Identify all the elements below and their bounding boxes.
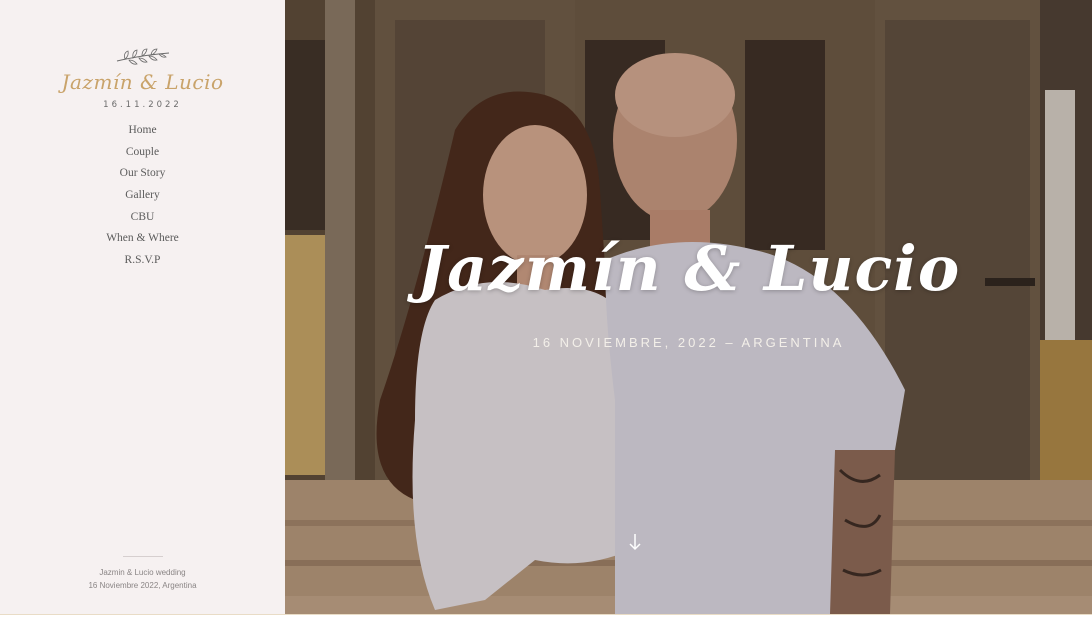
hero-overlay <box>285 0 1092 614</box>
site-logo-date: 16.11.2022 <box>103 100 182 110</box>
bottom-strip <box>0 614 1092 626</box>
footer-wedding-date: 16 Noviembre 2022, Argentina <box>88 581 197 590</box>
hero-section: Jazmín & Lucio 16 NOVIEMBRE, 2022 – ARGE… <box>285 0 1092 614</box>
nav-item-couple[interactable]: Couple <box>126 142 159 164</box>
footer-divider <box>122 556 163 557</box>
main-nav: Home Couple Our Story Gallery CBU When &… <box>106 120 179 272</box>
arrow-down-icon[interactable] <box>627 532 643 552</box>
footer-wedding-name: Jazmin & Lucio wedding <box>99 568 186 577</box>
olive-branch-icon <box>116 48 169 65</box>
nav-item-rsvp[interactable]: R.S.V.P <box>125 250 161 272</box>
nav-item-when-where[interactable]: When & Where <box>106 228 179 250</box>
nav-item-cbu[interactable]: CBU <box>131 207 155 229</box>
nav-item-home[interactable]: Home <box>128 120 156 142</box>
hero-subtitle: 16 NOVIEMBRE, 2022 – ARGENTINA <box>532 335 845 350</box>
sidebar-footer: Jazmin & Lucio wedding 16 Noviembre 2022… <box>0 556 285 592</box>
sidebar: Jazmín & Lucio 16.11.2022 Home Couple Ou… <box>0 0 285 614</box>
nav-item-our-story[interactable]: Our Story <box>120 163 166 185</box>
nav-item-gallery[interactable]: Gallery <box>125 185 159 207</box>
hero-title: Jazmín & Lucio <box>416 232 961 305</box>
site-logo-names[interactable]: Jazmín & Lucio <box>61 70 223 94</box>
